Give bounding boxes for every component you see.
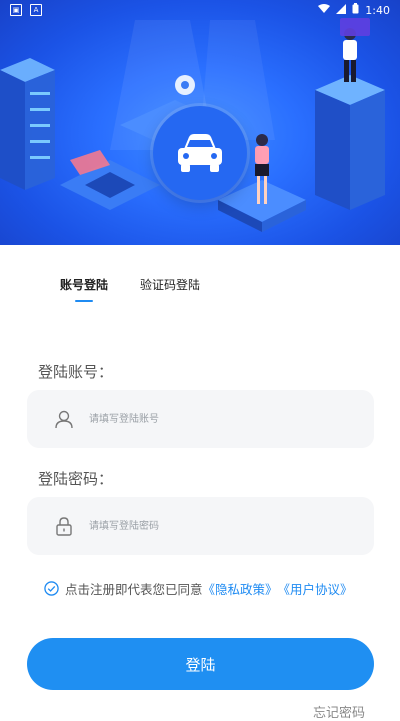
- password-label: 登陆密码：: [38, 470, 114, 488]
- agreement-text: 点击注册即代表您已同意: [65, 582, 203, 597]
- car-badge: [153, 106, 247, 200]
- a-notification-icon: A: [30, 4, 42, 16]
- user-agreement-link[interactable]: 《用户协议》: [278, 579, 353, 598]
- car-icon: [178, 134, 222, 172]
- hero-banner: ▣ A 1:40: [0, 0, 400, 245]
- privacy-policy-link[interactable]: 《隐私政策》: [203, 579, 278, 598]
- check-circle-icon[interactable]: [44, 581, 59, 596]
- battery-icon: [352, 3, 359, 17]
- wifi-icon: [318, 3, 331, 17]
- status-bar: ▣ A 1:40: [0, 0, 400, 20]
- agreement-row: 点击注册即代表您已同意 《隐私政策》 《用户协议》: [44, 579, 353, 598]
- signal-icon: [336, 3, 347, 17]
- password-input[interactable]: [87, 519, 321, 533]
- tab-account-login[interactable]: 账号登陆: [60, 276, 108, 302]
- gallery-notification-icon: ▣: [10, 4, 22, 16]
- account-label: 登陆账号：: [38, 363, 114, 381]
- login-button[interactable]: 登陆: [27, 638, 374, 690]
- password-field[interactable]: [27, 497, 374, 555]
- user-icon: [53, 408, 75, 430]
- login-tabs: 账号登陆 验证码登陆: [60, 276, 200, 302]
- forgot-password-link[interactable]: 忘记密码: [313, 702, 365, 721]
- tab-code-login[interactable]: 验证码登陆: [140, 276, 200, 302]
- account-input[interactable]: [87, 412, 321, 426]
- lock-icon: [53, 515, 75, 537]
- status-time: 1:40: [365, 3, 390, 17]
- account-field[interactable]: [27, 390, 374, 448]
